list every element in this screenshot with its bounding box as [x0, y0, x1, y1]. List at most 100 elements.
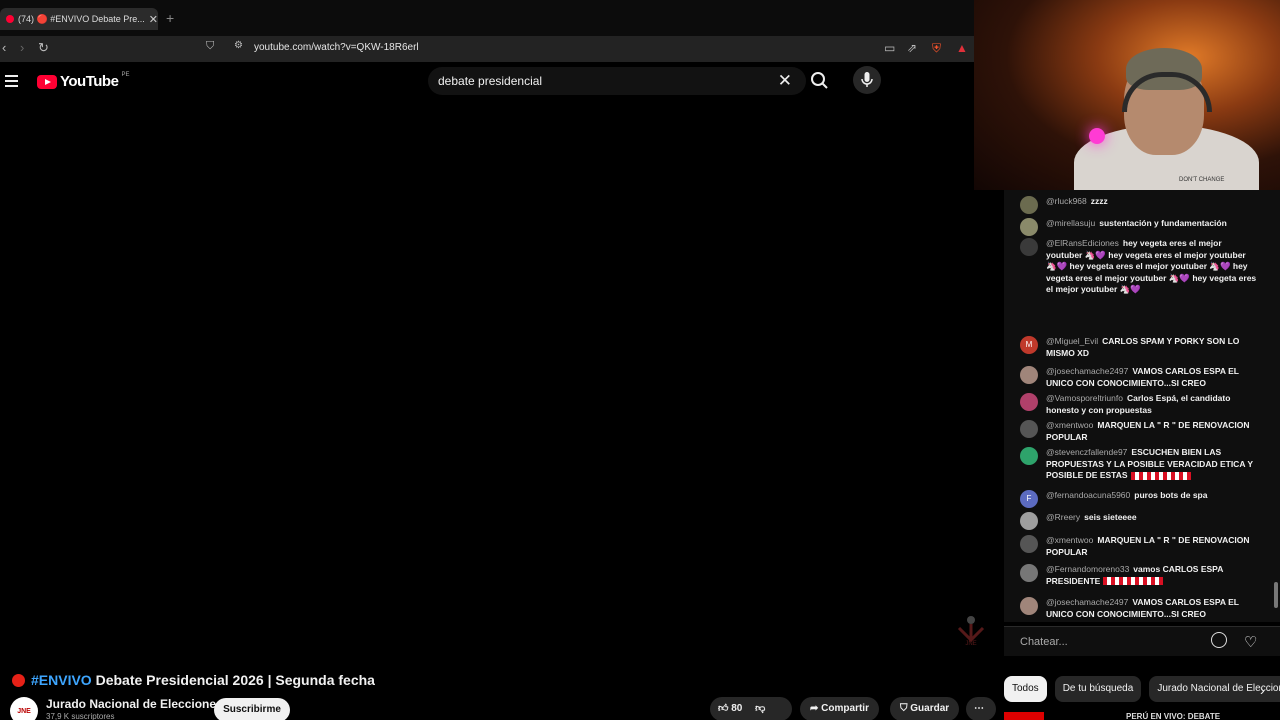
tab-title: (74) 🔴 #ENVIVO Debate Pre...: [18, 13, 145, 24]
chat-author[interactable]: @Fernandomoreno33: [1046, 564, 1129, 574]
search-icon[interactable]: [806, 67, 834, 95]
chat-author[interactable]: @rluck968: [1046, 196, 1087, 206]
youtube-logo[interactable]: YouTube PE: [37, 72, 129, 90]
chat-message-content: @Rreery seis sieteeee: [1046, 512, 1258, 530]
dislike-icon[interactable]: 👎︎: [755, 703, 765, 714]
live-chat: @rluck968 zzzz @mirellasuju sustentación y …: [1004, 190, 1280, 622]
chat-avatar[interactable]: [1020, 512, 1038, 530]
chat-avatar[interactable]: [1020, 535, 1038, 553]
chat-avatar[interactable]: [1020, 597, 1038, 615]
chat-message: @xmentwoo MARQUEN LA " R " DE RENOVACION …: [1020, 535, 1260, 558]
rewards-icon[interactable]: ▲: [956, 41, 968, 55]
chat-avatar[interactable]: [1020, 238, 1038, 256]
bookmark-icon[interactable]: ⛉: [206, 40, 214, 53]
chat-message-content: @stevenczfallende97 ESCUCHEN BIEN LAS PRO…: [1046, 447, 1258, 482]
youtube-play-icon: [37, 74, 57, 89]
chat-message: @Vamosporeltriunfo Carlos Espá, el candid…: [1020, 393, 1260, 416]
close-tab-icon[interactable]: ✕: [149, 13, 158, 26]
chat-avatar[interactable]: [1020, 420, 1038, 438]
pink-light: [1089, 128, 1105, 144]
new-tab-icon[interactable]: +: [166, 10, 174, 26]
chat-message-content: @josechamache2497 VAMOS CARLOS ESPA EL UN…: [1046, 366, 1258, 389]
clear-search-icon[interactable]: ✕: [778, 71, 792, 91]
chat-input-bar: ♡: [1004, 626, 1280, 656]
shield-icon[interactable]: ⛨: [932, 41, 941, 56]
chat-message-content: @Miguel_Evil CARLOS SPAM Y PORKY SON LO M…: [1046, 336, 1258, 359]
related-chips: Todos De tu búsqueda Jurado Nacional de …: [1004, 676, 1280, 704]
chip-todos[interactable]: Todos: [1004, 676, 1047, 702]
title-hashtag[interactable]: #ENVIVO: [31, 672, 92, 688]
heart-icon[interactable]: ♡: [1244, 633, 1257, 651]
chat-scrollbar[interactable]: [1274, 582, 1278, 608]
chat-message: @Rreery seis sieteeee: [1020, 512, 1260, 530]
chat-input[interactable]: [1020, 630, 1220, 654]
url-field[interactable]: youtube.com/watch?v=QKW-18R6erl: [254, 42, 419, 53]
chat-avatar[interactable]: [1020, 218, 1038, 236]
chat-message-content: @xmentwoo MARQUEN LA " R " DE RENOVACION …: [1046, 420, 1258, 443]
chat-avatar[interactable]: F: [1020, 490, 1038, 508]
chat-author[interactable]: @stevenczfallende97: [1046, 447, 1127, 457]
chat-author[interactable]: @fernandoacuna5960: [1046, 490, 1130, 500]
chat-avatar[interactable]: [1020, 366, 1038, 384]
chevron-right-icon[interactable]: ›: [1260, 682, 1265, 698]
site-settings-icon[interactable]: ⚙: [234, 40, 243, 51]
chat-text: zzzz: [1090, 196, 1108, 206]
video-title: #ENVIVO Debate Presidencial 2026 | Segun…: [31, 672, 375, 688]
video-player[interactable]: [0, 102, 1004, 662]
cast-icon[interactable]: ▭: [884, 41, 895, 55]
chat-message: @ElRansEdiciones hey vegeta eres el mejor…: [1020, 238, 1260, 296]
chat-author[interactable]: @xmentwoo: [1046, 535, 1093, 545]
chat-author[interactable]: @josechamache2497: [1046, 597, 1128, 607]
chat-message-content: @mirellasuju sustentación y fundamentació…: [1046, 218, 1258, 236]
chat-message-content: @xmentwoo MARQUEN LA " R " DE RENOVACION …: [1046, 535, 1258, 558]
chip-from-search[interactable]: De tu búsqueda: [1054, 676, 1142, 702]
forward-icon[interactable]: ›: [20, 40, 24, 55]
chat-author[interactable]: @Vamosporeltriunfo: [1046, 393, 1123, 403]
chat-avatar[interactable]: [1020, 393, 1038, 411]
jne-watermark: JNE: [957, 616, 985, 646]
search-input[interactable]: debate presidencial: [438, 74, 542, 88]
chat-message: @stevenczfallende97 ESCUCHEN BIEN LAS PRO…: [1020, 447, 1260, 482]
channel-name[interactable]: Jurado Nacional de Elecciones: [46, 697, 223, 711]
reload-icon[interactable]: ↻: [38, 40, 49, 56]
chat-author[interactable]: @xmentwoo: [1046, 420, 1093, 430]
related-thumbnail[interactable]: [1004, 712, 1044, 720]
chat-author[interactable]: @Rreery: [1046, 512, 1080, 522]
share-label: Compartir: [821, 703, 869, 714]
chat-avatar[interactable]: [1020, 196, 1038, 214]
back-icon[interactable]: ‹: [2, 40, 6, 55]
save-button[interactable]: ⛉ Guardar: [890, 697, 960, 720]
subscriber-count: 37,9 K suscriptores: [46, 712, 115, 720]
subscribe-button[interactable]: Suscribirme: [214, 698, 290, 720]
more-actions-icon[interactable]: ⋯: [966, 697, 996, 720]
chat-avatar[interactable]: [1020, 564, 1038, 582]
search-box[interactable]: debate presidencial ✕: [428, 67, 806, 95]
chat-message: M @Miguel_Evil CARLOS SPAM Y PORKY SON LO …: [1020, 336, 1260, 359]
chat-text: seis sieteeee: [1084, 512, 1137, 522]
webcam-overlay: DON'T CHANGE: [974, 0, 1280, 190]
chat-author[interactable]: @mirellasuju: [1046, 218, 1095, 228]
chat-author[interactable]: @josechamache2497: [1046, 366, 1128, 376]
browser-tab[interactable]: (74) 🔴 #ENVIVO Debate Pre... ✕: [0, 8, 158, 30]
chat-author[interactable]: @Miguel_Evil: [1046, 336, 1098, 346]
chat-message: @josechamache2497 VAMOS CARLOS ESPA EL UN…: [1020, 597, 1260, 620]
save-label: Guardar: [910, 703, 950, 714]
chat-avatar[interactable]: [1020, 447, 1038, 465]
channel-avatar[interactable]: JNE: [10, 697, 38, 720]
voice-search-button[interactable]: [853, 66, 881, 94]
chat-message: @xmentwoo MARQUEN LA " R " DE RENOVACION …: [1020, 420, 1260, 443]
watermark-text: JNE: [965, 641, 976, 646]
like-dislike-group: 👍︎ 80 👎︎: [710, 697, 792, 720]
chat-message-content: @rluck968 zzzz: [1046, 196, 1258, 214]
chat-message-content: @Fernandomoreno33 vamos CARLOS ESPA PRESI…: [1046, 564, 1258, 587]
related-title[interactable]: PERÚ EN VIVO: DEBATE: [1126, 712, 1220, 720]
like-count[interactable]: 80: [731, 703, 742, 714]
chat-avatar[interactable]: M: [1020, 336, 1038, 354]
emoji-icon[interactable]: [1211, 632, 1227, 648]
share-icon[interactable]: ⇗: [907, 41, 917, 55]
chat-author[interactable]: @ElRansEdiciones: [1046, 238, 1119, 248]
like-icon[interactable]: 👍︎: [718, 703, 728, 714]
share-button[interactable]: ➦ Compartir: [800, 697, 879, 720]
menu-icon[interactable]: [5, 75, 18, 90]
chat-message: @rluck968 zzzz: [1020, 196, 1260, 214]
